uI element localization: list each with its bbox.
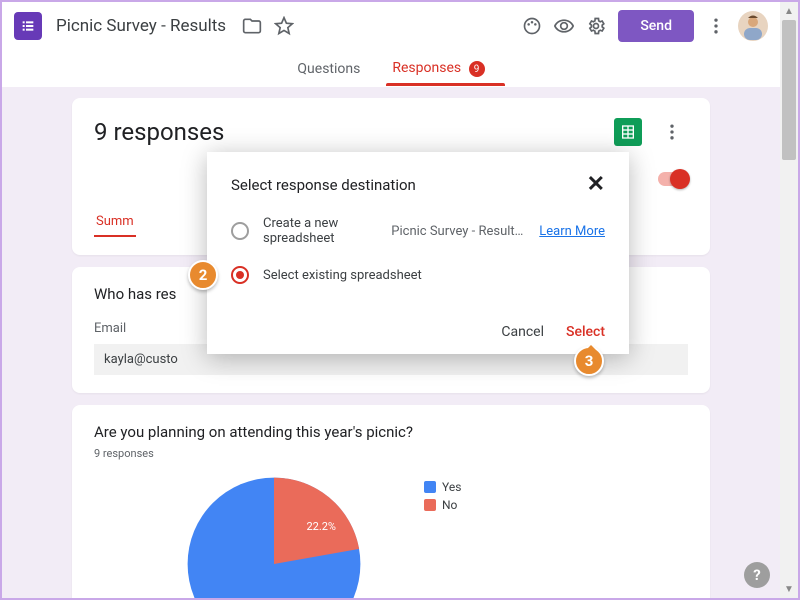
send-button[interactable]: Send xyxy=(618,10,694,42)
responses-count-heading: 9 responses xyxy=(94,118,614,146)
tutorial-callout-3: 3 xyxy=(574,346,604,376)
new-spreadsheet-name: Picnic Survey - Results (Resp… xyxy=(391,224,527,239)
accepting-responses-toggle[interactable] xyxy=(658,172,688,186)
scroll-down-arrow[interactable]: ▼ xyxy=(780,580,798,598)
vertical-scrollbar[interactable]: ▲ ▼ xyxy=(780,2,798,598)
document-title[interactable]: Picnic Survey - Results xyxy=(56,16,226,36)
top-bar: Picnic Survey - Results Send xyxy=(2,2,780,50)
star-icon[interactable] xyxy=(268,10,300,42)
create-spreadsheet-button[interactable] xyxy=(614,118,642,146)
settings-icon[interactable] xyxy=(580,10,612,42)
legend-item-yes: Yes xyxy=(424,480,461,494)
move-to-folder-icon[interactable] xyxy=(236,10,268,42)
option-create-new[interactable]: Create a new spreadsheet Picnic Survey -… xyxy=(231,216,605,246)
option-create-new-label: Create a new spreadsheet xyxy=(263,216,379,246)
tab-responses-label: Responses xyxy=(392,60,461,76)
summary-subtab[interactable]: Summ xyxy=(94,208,136,237)
tab-responses[interactable]: Responses 9 xyxy=(388,52,488,86)
radio-create-new[interactable] xyxy=(231,222,249,240)
responses-more-icon[interactable] xyxy=(656,116,688,148)
modal-title: Select response destination xyxy=(231,176,587,194)
pie-chart: 22.2% 77.8% xyxy=(184,474,364,598)
help-icon[interactable]: ? xyxy=(744,562,770,588)
pie-slice-no-label: 22.2% xyxy=(306,520,336,533)
theme-icon[interactable] xyxy=(516,10,548,42)
scroll-up-arrow[interactable]: ▲ xyxy=(780,2,798,20)
radio-select-existing[interactable] xyxy=(231,266,249,284)
more-icon[interactable] xyxy=(700,10,732,42)
legend-item-no: No xyxy=(424,498,461,512)
forms-app-icon[interactable] xyxy=(14,12,42,40)
tab-questions[interactable]: Questions xyxy=(293,53,364,85)
question-response-count: 9 responses xyxy=(94,447,688,460)
close-icon[interactable]: ✕ xyxy=(587,174,605,196)
select-destination-modal: Select response destination ✕ Create a n… xyxy=(207,152,629,354)
learn-more-link[interactable]: Learn More xyxy=(539,224,605,239)
tutorial-callout-2: 2 xyxy=(188,260,218,290)
form-tabs: Questions Responses 9 xyxy=(2,50,780,88)
question-title: Are you planning on attending this year'… xyxy=(94,423,688,441)
cancel-button[interactable]: Cancel xyxy=(501,324,544,340)
option-select-existing[interactable]: Select existing spreadsheet xyxy=(231,266,605,284)
responses-count-badge: 9 xyxy=(469,61,485,77)
scrollbar-thumb[interactable] xyxy=(782,20,796,160)
question-chart-card: Are you planning on attending this year'… xyxy=(72,405,710,598)
account-avatar[interactable] xyxy=(738,11,768,41)
preview-icon[interactable] xyxy=(548,10,580,42)
option-select-existing-label: Select existing spreadsheet xyxy=(263,268,422,283)
chart-legend: Yes No xyxy=(424,480,461,598)
